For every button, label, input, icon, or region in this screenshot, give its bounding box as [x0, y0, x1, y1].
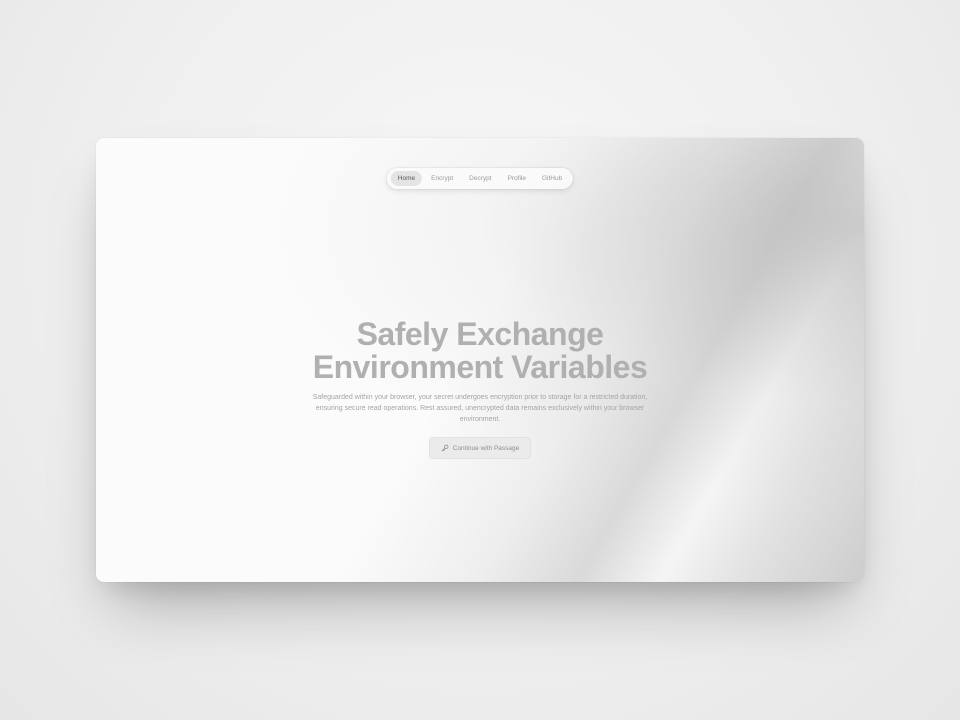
- nav-item-home[interactable]: Home: [390, 171, 423, 186]
- cta-label: Continue with Passage: [452, 444, 520, 452]
- continue-with-passage-button[interactable]: Continue with Passage: [428, 437, 532, 459]
- nav-item-profile[interactable]: Profile: [501, 171, 533, 186]
- nav-item-encrypt[interactable]: Encrypt: [424, 171, 460, 186]
- app-window: Home Encrypt Decrypt Profile GitHub Safe…: [96, 138, 864, 582]
- hero-title-line2: Environment Variables: [312, 349, 648, 385]
- top-nav: Home Encrypt Decrypt Profile GitHub: [386, 168, 574, 189]
- nav-item-github[interactable]: GitHub: [535, 171, 569, 186]
- nav-item-decrypt[interactable]: Decrypt: [462, 171, 498, 186]
- hero-title-line1: Safely Exchange: [356, 316, 604, 352]
- hero-section: Safely Exchange Environment Variables Sa…: [96, 318, 864, 459]
- hero-subtitle: Safeguarded within your browser, your se…: [312, 394, 648, 423]
- key-icon: [441, 444, 449, 452]
- hero-title: Safely Exchange Environment Variables: [96, 318, 864, 384]
